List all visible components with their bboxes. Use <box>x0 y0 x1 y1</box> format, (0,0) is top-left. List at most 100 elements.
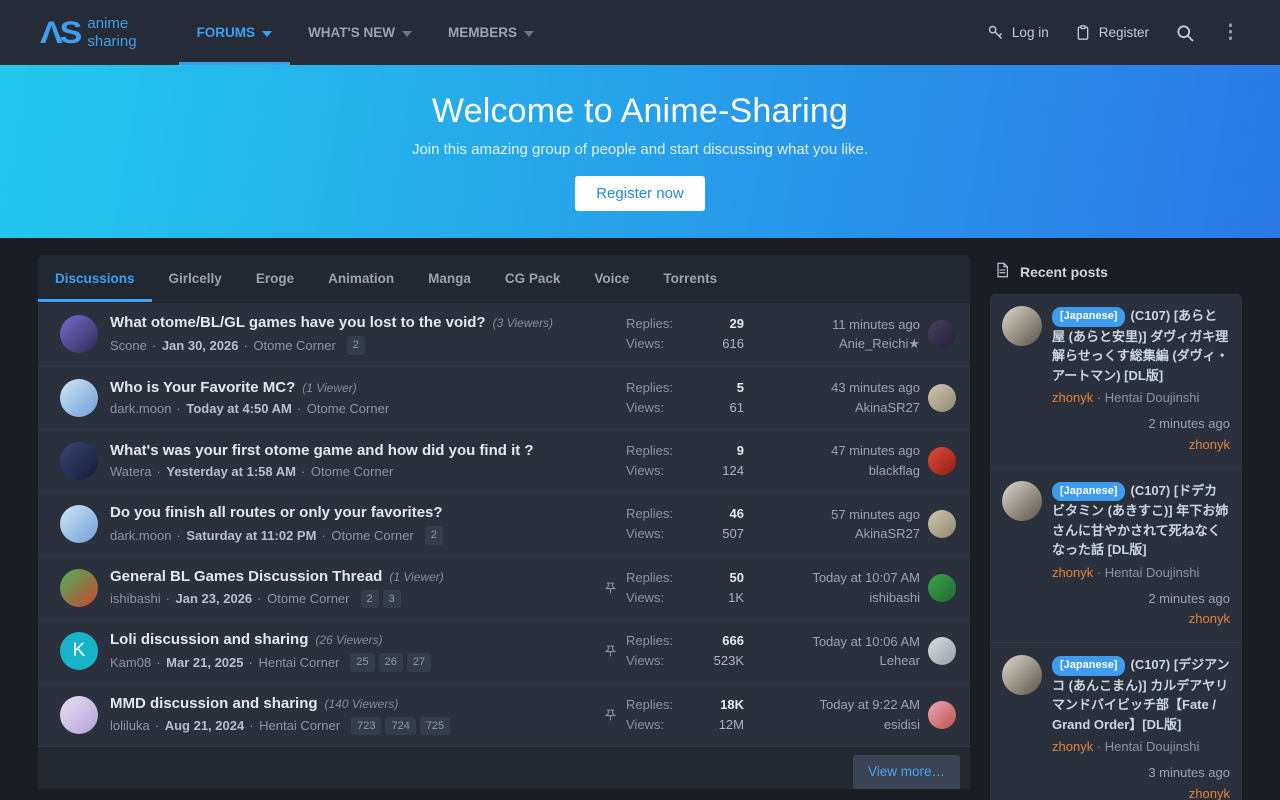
last-post-user[interactable]: Lehear <box>880 653 920 668</box>
register-now-button[interactable]: Register now <box>575 176 705 211</box>
page-badge[interactable]: 27 <box>407 653 431 672</box>
avatar[interactable] <box>1002 481 1042 521</box>
forum-tab[interactable]: Torrents <box>646 255 734 302</box>
thread-author[interactable]: ishibashi <box>110 591 161 606</box>
avatar[interactable] <box>60 379 98 417</box>
post-category[interactable]: Hentai Doujinshi <box>1093 739 1199 754</box>
avatar[interactable] <box>1002 655 1042 695</box>
last-post-time[interactable]: Today at 10:07 AM <box>812 570 920 585</box>
last-post-time[interactable]: 47 minutes ago <box>831 443 920 458</box>
page-badge[interactable]: 723 <box>351 717 381 736</box>
page-badge[interactable]: 26 <box>379 653 403 672</box>
last-post-user[interactable]: blackflag <box>869 463 920 478</box>
last-poster-avatar[interactable] <box>928 574 956 602</box>
avatar[interactable] <box>60 505 98 543</box>
thread-title[interactable]: Loli discussion and sharing <box>110 631 308 648</box>
recent-post-item[interactable]: [Japanese](C107) [デジアンコ (あんこまん)] カルデアヤリマ… <box>990 643 1242 800</box>
page-badge[interactable]: 2 <box>361 590 379 609</box>
thread-title[interactable]: General BL Games Discussion Thread <box>110 568 382 585</box>
post-time-user[interactable]: zhonyk <box>1189 437 1230 452</box>
thread-author[interactable]: Scone <box>110 338 147 353</box>
register-button[interactable]: Register <box>1075 24 1149 41</box>
forum-tab[interactable]: Animation <box>311 255 411 302</box>
thread-forum[interactable]: Otome Corner <box>243 338 335 353</box>
thread-author[interactable]: loliluka <box>110 718 150 733</box>
last-post-user[interactable]: ishibashi <box>869 590 920 605</box>
recent-post-item[interactable]: [Japanese](C107) [あらと屋 (あらと安里)] ダヴィガキ理解ら… <box>990 294 1242 469</box>
thread-title[interactable]: Who is Your Favorite MC? <box>110 379 295 396</box>
last-post-time[interactable]: 11 minutes ago <box>832 317 920 332</box>
thread-row[interactable]: Do you finish all routes or only your fa… <box>38 493 970 557</box>
forum-tab[interactable]: Girlcelly <box>152 255 239 302</box>
post-author[interactable]: zhonyk <box>1052 565 1093 580</box>
post-author[interactable]: zhonyk <box>1052 739 1093 754</box>
thread-author[interactable]: dark.moon <box>110 401 171 416</box>
last-post-user[interactable]: Anie_Reichi★ <box>839 336 920 351</box>
last-poster-avatar[interactable] <box>928 510 956 538</box>
recent-post-item[interactable]: [Japanese](C107) [ドデカビタミン (あきすこ)] 年下お姉さん… <box>990 469 1242 644</box>
page-badge[interactable]: 2 <box>347 336 365 355</box>
post-author[interactable]: zhonyk <box>1052 390 1093 405</box>
last-post-user[interactable]: AkinaSR27 <box>855 400 920 415</box>
last-post-time[interactable]: Today at 9:22 AM <box>820 697 920 712</box>
thread-row[interactable]: K Loli discussion and sharing (26 Viewer… <box>38 620 970 684</box>
thread-title[interactable]: Do you finish all routes or only your fa… <box>110 504 443 521</box>
thread-row[interactable]: MMD discussion and sharing (140 Viewers)… <box>38 684 970 748</box>
last-poster-avatar[interactable] <box>928 447 956 475</box>
thread-forum[interactable]: Otome Corner <box>257 591 349 606</box>
key-icon <box>987 24 1004 41</box>
thread-author[interactable]: Kam08 <box>110 655 151 670</box>
page-badge[interactable]: 725 <box>420 717 450 736</box>
avatar[interactable] <box>1002 306 1042 346</box>
post-category[interactable]: Hentai Doujinshi <box>1093 565 1199 580</box>
kebab-menu-icon[interactable]: ⋮ <box>1221 23 1240 42</box>
thread-forum[interactable]: Otome Corner <box>321 528 413 543</box>
thread-row[interactable]: Who is Your Favorite MC? (1 Viewer) dark… <box>38 367 970 430</box>
page-badge[interactable]: 3 <box>383 590 401 609</box>
last-post-time[interactable]: Today at 10:06 AM <box>812 634 920 649</box>
site-logo[interactable]: ΛS anime sharing <box>40 15 137 50</box>
avatar[interactable] <box>60 696 98 734</box>
thread-title[interactable]: MMD discussion and sharing <box>110 695 318 712</box>
forum-tab[interactable]: CG Pack <box>488 255 578 302</box>
search-button[interactable] <box>1175 23 1195 43</box>
thread-forum[interactable]: Otome Corner <box>301 464 393 479</box>
page-badge[interactable]: 724 <box>385 717 415 736</box>
thread-author[interactable]: Watera <box>110 464 151 479</box>
avatar[interactable] <box>60 569 98 607</box>
post-time-user[interactable]: zhonyk <box>1189 611 1230 626</box>
nav-link[interactable]: MEMBERS <box>430 0 552 65</box>
avatar[interactable] <box>60 442 98 480</box>
nav-link[interactable]: FORUMS <box>179 0 291 65</box>
post-category[interactable]: Hentai Doujinshi <box>1093 390 1199 405</box>
thread-forum[interactable]: Hentai Corner <box>249 655 340 670</box>
thread-forum[interactable]: Otome Corner <box>297 401 389 416</box>
forum-tab[interactable]: Discussions <box>38 255 152 302</box>
forum-tab[interactable]: Eroge <box>239 255 311 302</box>
nav-link[interactable]: WHAT'S NEW <box>290 0 430 65</box>
last-post-time[interactable]: 57 minutes ago <box>831 507 920 522</box>
view-more-button[interactable]: View more… <box>853 755 960 789</box>
thread-author[interactable]: dark.moon <box>110 528 171 543</box>
last-post-user[interactable]: AkinaSR27 <box>855 526 920 541</box>
last-poster-avatar[interactable] <box>928 384 956 412</box>
thread-forum[interactable]: Hentai Corner <box>249 718 340 733</box>
thread-title[interactable]: What's was your first otome game and how… <box>110 442 534 459</box>
thread-row[interactable]: What's was your first otome game and how… <box>38 430 970 493</box>
page-badge[interactable]: 2 <box>425 526 443 545</box>
thread-row[interactable]: General BL Games Discussion Thread (1 Vi… <box>38 557 970 621</box>
post-time-user[interactable]: zhonyk <box>1189 786 1230 800</box>
forum-tab[interactable]: Voice <box>577 255 646 302</box>
thread-row[interactable]: What otome/BL/GL games have you lost to … <box>38 303 970 367</box>
page-badge[interactable]: 25 <box>350 653 374 672</box>
login-button[interactable]: Log in <box>987 24 1049 41</box>
forum-tab[interactable]: Manga <box>411 255 488 302</box>
last-post-user[interactable]: esidisi <box>884 717 920 732</box>
thread-title[interactable]: What otome/BL/GL games have you lost to … <box>110 314 486 331</box>
last-poster-avatar[interactable] <box>928 320 956 348</box>
avatar[interactable] <box>60 315 98 353</box>
last-post-time[interactable]: 43 minutes ago <box>831 380 920 395</box>
avatar[interactable]: K <box>60 632 98 670</box>
last-poster-avatar[interactable] <box>928 701 956 729</box>
last-poster-avatar[interactable] <box>928 637 956 665</box>
